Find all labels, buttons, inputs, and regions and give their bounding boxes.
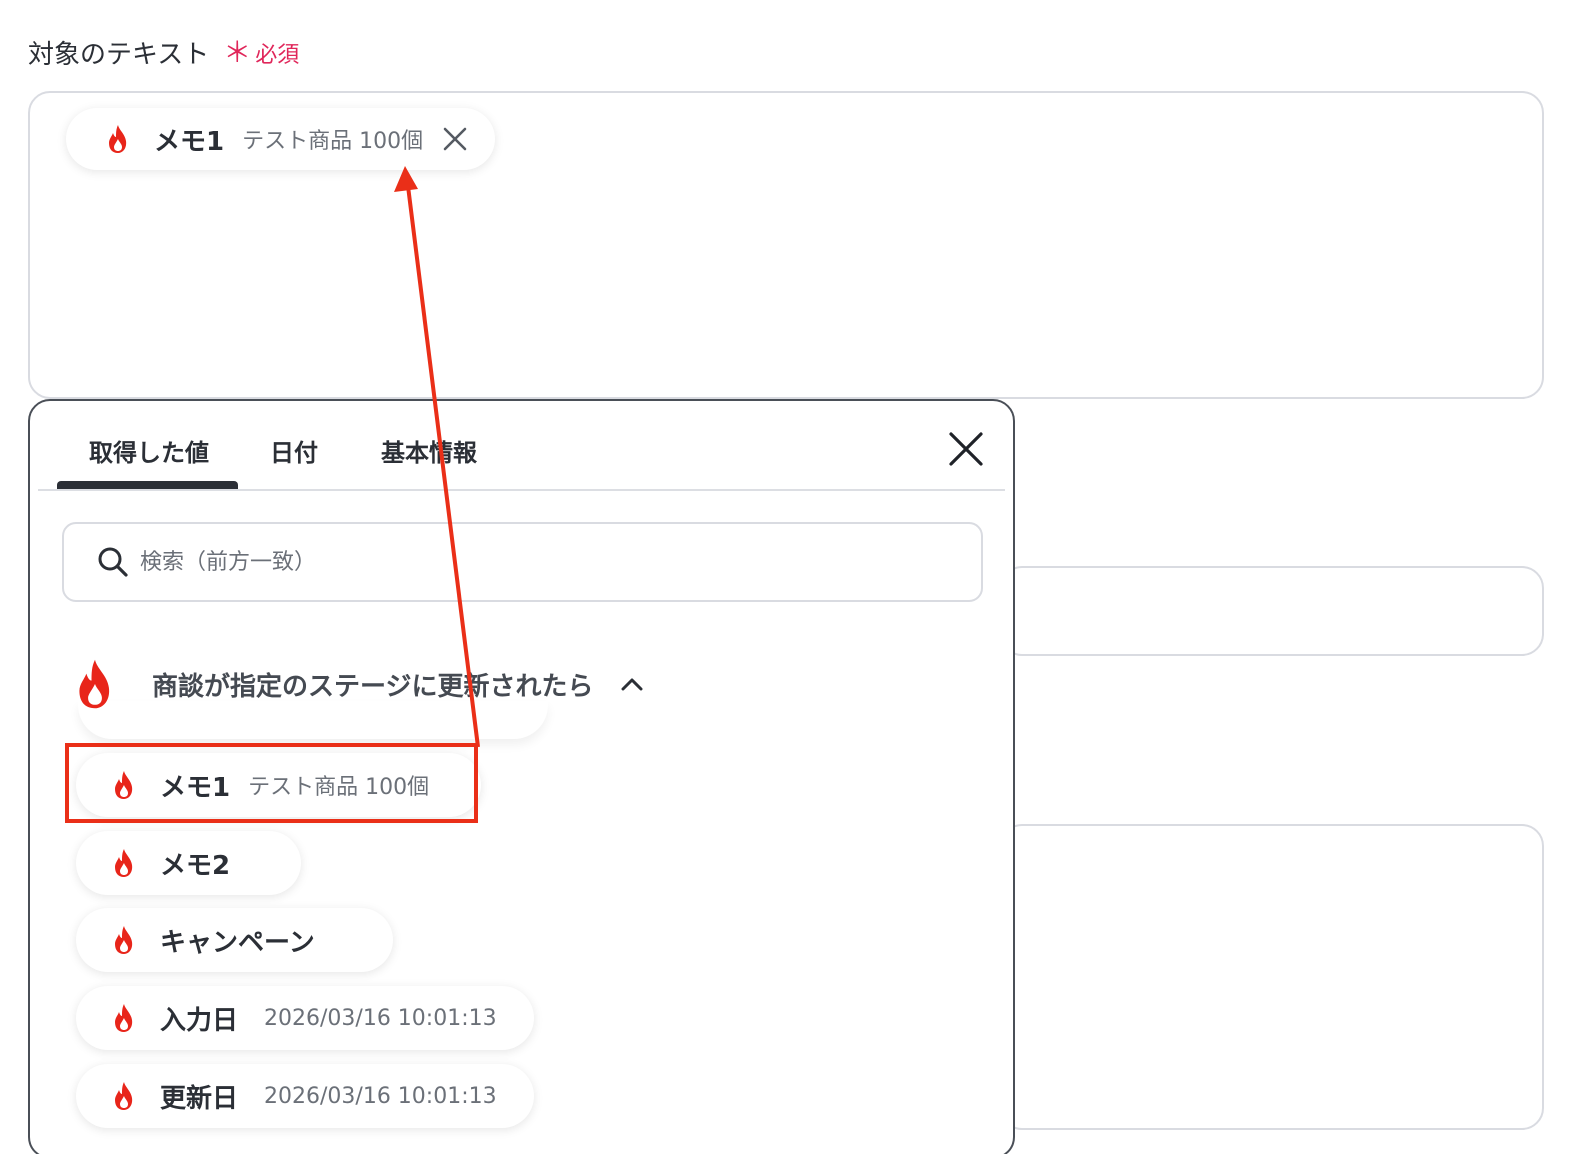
group-title: 商談が指定のステージに更新されたら: [152, 671, 594, 702]
item-value: 2026/03/16 10:01:13: [264, 1005, 497, 1031]
value-item-memo2[interactable]: メモ2: [76, 831, 301, 895]
chip-value: テスト商品 100個: [242, 129, 424, 154]
close-icon: [443, 127, 467, 151]
item-name: メモ1: [160, 772, 231, 803]
tab-date[interactable]: 日付: [270, 433, 318, 468]
item-name: メモ2: [160, 850, 231, 881]
active-tab-indicator: [57, 481, 238, 489]
remove-chip-button[interactable]: [439, 123, 471, 155]
flame-icon: [115, 1004, 133, 1032]
flame-icon: [115, 849, 133, 877]
background-input[interactable]: [1000, 566, 1544, 656]
value-item-campaign[interactable]: キャンペーン: [76, 908, 393, 972]
item-value: テスト商品 100個: [248, 775, 430, 800]
search-input[interactable]: [140, 549, 900, 575]
close-panel-button[interactable]: [948, 431, 984, 467]
search-icon: [98, 547, 128, 577]
field-label: 対象のテキスト ＊ 必須: [28, 34, 299, 71]
flame-icon: [109, 125, 127, 153]
tab-fetched-values[interactable]: 取得した値: [89, 433, 209, 468]
background-textarea[interactable]: [1000, 824, 1544, 1130]
value-item-updated-date[interactable]: 更新日 2026/03/16 10:01:13: [76, 1064, 534, 1128]
required-badge: ＊ 必須: [223, 37, 299, 69]
field-label-text: 対象のテキスト: [28, 40, 210, 70]
value-item-entry-date[interactable]: 入力日 2026/03/16 10:01:13: [76, 986, 534, 1050]
item-name: 更新日: [160, 1083, 239, 1114]
chevron-up-icon[interactable]: [619, 675, 645, 693]
required-text: 必須: [255, 42, 300, 68]
required-star: ＊: [223, 35, 252, 69]
item-name: キャンペーン: [160, 927, 315, 958]
flame-icon: [115, 926, 133, 954]
search-field[interactable]: [62, 522, 983, 602]
flame-icon: [115, 771, 133, 799]
value-item-memo1[interactable]: メモ1 テスト商品 100個: [76, 753, 481, 817]
item-name: 入力日: [160, 1005, 239, 1036]
chip-name: メモ1: [154, 126, 225, 157]
item-value: 2026/03/16 10:01:13: [264, 1083, 497, 1109]
picker-tabs: 取得した値 日付 基本情報: [38, 401, 1005, 491]
trigger-group-header[interactable]: 商談が指定のステージに更新されたら: [74, 649, 645, 719]
flame-icon: [79, 659, 110, 709]
selected-value-chip[interactable]: メモ1 テスト商品 100個: [66, 108, 496, 170]
value-picker-panel: 取得した値 日付 基本情報 商談が指定のステージに更新されたら メモ1 テスト商…: [28, 399, 1015, 1154]
tab-basic-info[interactable]: 基本情報: [381, 433, 477, 468]
flame-icon: [115, 1082, 133, 1110]
